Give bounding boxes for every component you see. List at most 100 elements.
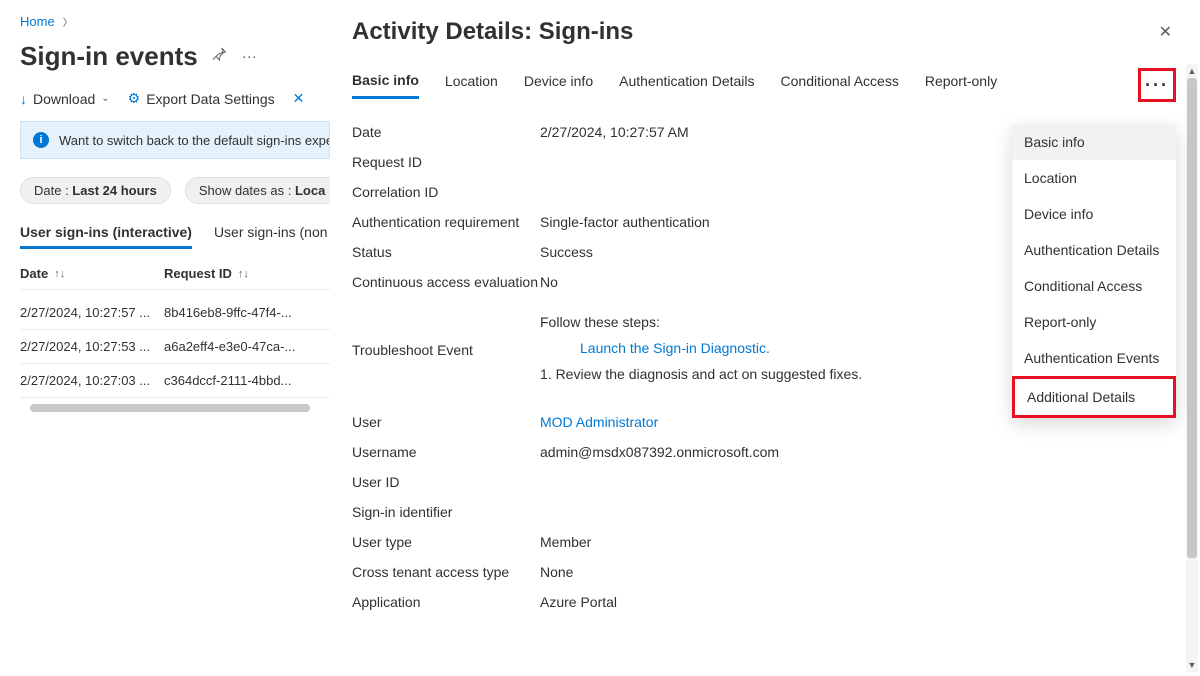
download-icon: ↓	[20, 91, 27, 107]
scrollbar-thumb[interactable]	[30, 404, 310, 412]
troubleshoot-steps: Follow these steps: Launch the Sign-in D…	[540, 314, 862, 382]
label-cae: Continuous access evaluation	[352, 274, 540, 290]
panel-tab-report-only[interactable]: Report-only	[925, 73, 997, 97]
tab-noninteractive[interactable]: User sign-ins (non	[214, 224, 328, 249]
field-user-id: User ID	[352, 474, 1200, 490]
panel-tab-location[interactable]: Location	[445, 73, 498, 97]
more-icon[interactable]: ···	[242, 48, 257, 65]
field-username: Username admin@msdx087392.onmicrosoft.co…	[352, 444, 1200, 460]
menu-item-device-info[interactable]: Device info	[1012, 196, 1176, 232]
value-application: Azure Portal	[540, 594, 1200, 610]
label-auth-req: Authentication requirement	[352, 214, 540, 230]
panel-tab-conditional-access[interactable]: Conditional Access	[781, 73, 899, 97]
panel-tab-device-info[interactable]: Device info	[524, 73, 593, 97]
filter-show-dates[interactable]: Show dates as : Loca	[185, 177, 330, 204]
label-troubleshoot: Troubleshoot Event	[352, 314, 540, 358]
filter-date[interactable]: Date : Last 24 hours	[20, 177, 171, 204]
download-button[interactable]: ↓ Download ⌄	[20, 91, 110, 107]
troubleshoot-step1: 1. Review the diagnosis and act on sugge…	[540, 366, 862, 382]
menu-item-conditional-access[interactable]: Conditional Access	[1012, 268, 1176, 304]
panel-tabs-overflow-button[interactable]: ···	[1138, 68, 1176, 102]
main-pane: Home 〉 Sign-in events ··· ↓ Download ⌄ ⚙…	[0, 0, 330, 676]
col-date-label: Date	[20, 266, 48, 281]
page-title: Sign-in events	[20, 41, 198, 72]
value-username: admin@msdx087392.onmicrosoft.com	[540, 444, 1200, 460]
menu-item-basic-info[interactable]: Basic info	[1012, 124, 1176, 160]
filter-showas-value: Loca	[295, 183, 325, 198]
filter-date-value: Last 24 hours	[72, 183, 157, 198]
info-icon: i	[33, 132, 49, 148]
download-label: Download	[33, 91, 95, 107]
label-application: Application	[352, 594, 540, 610]
label-request-id: Request ID	[352, 154, 540, 170]
pin-icon[interactable]	[212, 47, 228, 67]
export-settings-button[interactable]: ⚙ Export Data Settings	[128, 90, 275, 107]
menu-item-auth-events[interactable]: Authentication Events	[1012, 340, 1176, 376]
sort-icon: ↑↓	[54, 268, 65, 280]
detail-title: Activity Details: Sign-ins	[352, 18, 633, 46]
table-row[interactable]: 2/27/2024, 10:27:57 ... 8b416eb8-9ffc-47…	[20, 296, 330, 330]
label-user: User	[352, 414, 540, 430]
tab-interactive[interactable]: User sign-ins (interactive)	[20, 224, 192, 249]
field-signin-identifier: Sign-in identifier	[352, 504, 1200, 520]
breadcrumb: Home 〉	[20, 14, 330, 29]
filter-row: Date : Last 24 hours Show dates as : Loc…	[20, 177, 330, 204]
info-banner-text: Want to switch back to the default sign-…	[59, 133, 330, 148]
field-application: Application Azure Portal	[352, 594, 1200, 610]
chevron-down-icon: ⌄	[101, 93, 109, 104]
label-signin-id: Sign-in identifier	[352, 504, 540, 520]
cell-request-id: a6a2eff4-e3e0-47ca-...	[164, 339, 309, 354]
page-title-row: Sign-in events ···	[20, 41, 330, 72]
col-request-label: Request ID	[164, 266, 232, 281]
toolbar: ↓ Download ⌄ ⚙ Export Data Settings ✕	[20, 90, 330, 107]
label-correlation-id: Correlation ID	[352, 184, 540, 200]
tool-icon[interactable]: ✕	[293, 90, 305, 107]
scroll-down-icon[interactable]: ▼	[1186, 658, 1198, 672]
label-user-type: User type	[352, 534, 540, 550]
menu-item-additional-details[interactable]: Additional Details	[1012, 376, 1176, 418]
horizontal-scrollbar[interactable]	[20, 404, 330, 414]
label-cross-tenant: Cross tenant access type	[352, 564, 540, 580]
chevron-right-icon: 〉	[63, 14, 73, 29]
field-cross-tenant: Cross tenant access type None	[352, 564, 1200, 580]
field-user-type: User type Member	[352, 534, 1200, 550]
tab-underline	[352, 101, 1180, 102]
table-row[interactable]: 2/27/2024, 10:27:53 ... a6a2eff4-e3e0-47…	[20, 330, 330, 364]
tabs-overflow-menu: Basic info Location Device info Authenti…	[1012, 124, 1176, 418]
vertical-scrollbar[interactable]: ▲ ▼	[1186, 64, 1198, 672]
filter-date-label: Date :	[34, 183, 72, 198]
value-cross-tenant: None	[540, 564, 1200, 580]
cell-date: 2/27/2024, 10:27:53 ...	[20, 339, 164, 354]
label-username: Username	[352, 444, 540, 460]
menu-item-location[interactable]: Location	[1012, 160, 1176, 196]
detail-header: Activity Details: Sign-ins ✕	[330, 0, 1200, 68]
signins-table: Date ↑↓ Request ID ↑↓ 2/27/2024, 10:27:5…	[20, 266, 330, 414]
breadcrumb-home[interactable]: Home	[20, 14, 55, 29]
menu-item-auth-details[interactable]: Authentication Details	[1012, 232, 1176, 268]
label-status: Status	[352, 244, 540, 260]
menu-item-report-only[interactable]: Report-only	[1012, 304, 1176, 340]
cell-request-id: c364dccf-2111-4bbd...	[164, 373, 309, 388]
column-headers: Date ↑↓ Request ID ↑↓	[20, 266, 330, 290]
panel-tab-basic-info[interactable]: Basic info	[352, 72, 419, 99]
scrollbar-thumb[interactable]	[1187, 78, 1197, 558]
detail-body: Basic info Location Device info Authenti…	[330, 68, 1200, 676]
value-user-type: Member	[540, 534, 1200, 550]
label-date: Date	[352, 124, 540, 140]
export-label: Export Data Settings	[146, 91, 274, 107]
info-banner: i Want to switch back to the default sig…	[20, 121, 330, 159]
panel-tabs: Basic info Location Device info Authenti…	[352, 68, 1200, 102]
cell-date: 2/27/2024, 10:27:03 ...	[20, 373, 164, 388]
table-row[interactable]: 2/27/2024, 10:27:03 ... c364dccf-2111-4b…	[20, 364, 330, 398]
list-tabs: User sign-ins (interactive) User sign-in…	[20, 224, 330, 250]
sort-icon: ↑↓	[238, 268, 249, 280]
scroll-up-icon[interactable]: ▲	[1186, 64, 1198, 78]
close-icon[interactable]: ✕	[1159, 22, 1172, 42]
col-request-id[interactable]: Request ID ↑↓	[164, 266, 309, 281]
gear-icon: ⚙	[128, 90, 141, 107]
label-user-id: User ID	[352, 474, 540, 490]
troubleshoot-follow: Follow these steps:	[540, 314, 862, 330]
launch-diagnostic-link[interactable]: Launch the Sign-in Diagnostic.	[540, 340, 862, 356]
col-date[interactable]: Date ↑↓	[20, 266, 164, 281]
panel-tab-auth-details[interactable]: Authentication Details	[619, 73, 754, 97]
